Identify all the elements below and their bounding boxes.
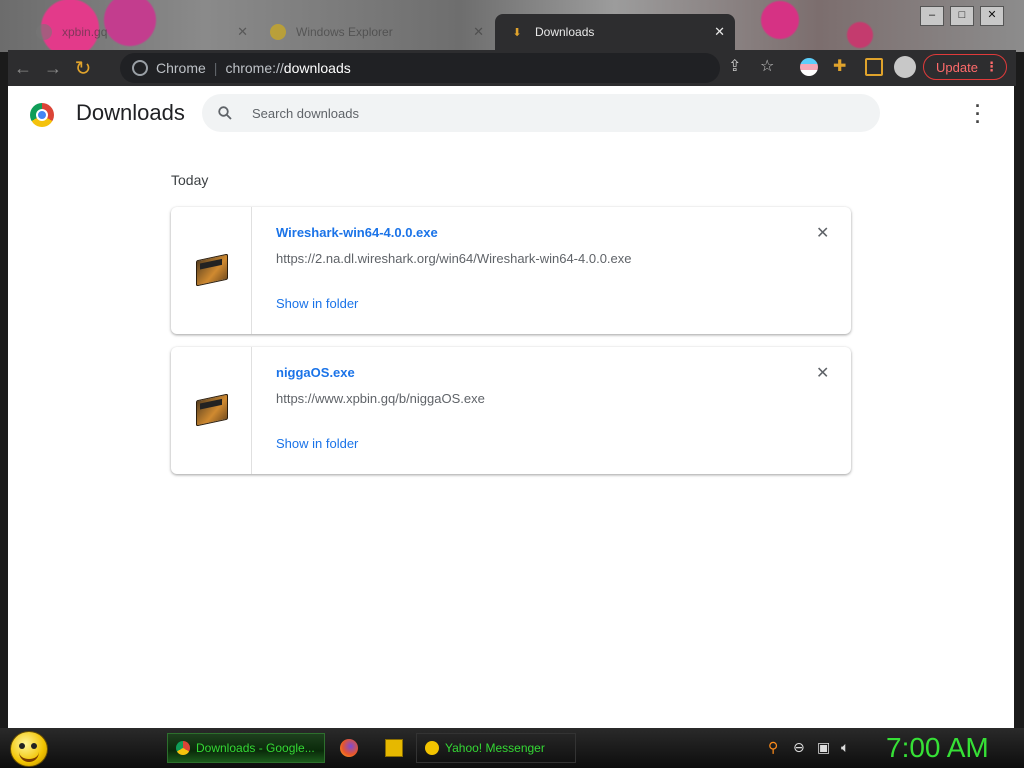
extension-flag-icon[interactable] [800,58,818,76]
more-options-icon[interactable]: · · · [970,97,986,131]
download-icon: ⬇ [512,26,522,39]
download-item: Wireshark-win64-4.0.0.exe https://2.na.d… [171,207,851,334]
show-in-folder-link[interactable]: Show in folder [276,296,358,311]
tab-downloads[interactable]: ⬇ Downloads ✕ [495,14,735,50]
tab-windows-explorer[interactable]: Windows Explorer ✕ [262,14,494,50]
close-tab-icon[interactable]: ✕ [237,24,248,40]
chrome-icon [176,741,190,755]
file-name-link[interactable]: niggaOS.exe [276,365,355,380]
reload-icon[interactable]: ↻ [68,56,98,81]
side-panel-icon[interactable] [865,58,883,76]
taskbar-item-chrome[interactable]: Downloads - Google... [167,733,325,763]
address-bar[interactable]: Chrome | chrome://downloads [120,53,720,83]
share-icon[interactable]: ⇪ [728,56,741,76]
globe-icon [36,24,52,40]
start-button-smiley-icon[interactable] [10,731,48,767]
search-icon [218,106,232,120]
taskbar: Downloads - Google... Yahoo! Messenger ⚲… [0,728,1024,768]
url-text: chrome://downloads [225,60,351,76]
puzzle-icon[interactable]: ✚ [833,56,846,76]
smiley-icon [425,741,439,755]
exe-file-icon [196,253,228,287]
file-name-link[interactable]: Wireshark-win64-4.0.0.exe [276,225,438,240]
volume-icon[interactable]: 🔈︎ [841,739,849,756]
update-label: Update [936,59,978,75]
window-controls: – □ ✕ [914,6,1004,26]
status-tray-icon[interactable]: ⊖ [793,739,805,756]
menu-dots-icon[interactable]: ⋮ [985,59,998,75]
forward-icon[interactable]: → [38,58,68,79]
show-in-folder-link[interactable]: Show in folder [276,436,358,451]
back-icon[interactable]: ← [8,58,38,79]
search-input[interactable] [250,104,854,122]
minimize-icon[interactable]: – [920,6,944,26]
close-tab-icon[interactable]: ✕ [714,24,725,40]
file-url-link[interactable]: https://www.xpbin.gq/b/niggaOS.exe [276,391,485,406]
window-titlebar: xpbin.gq ✕ Windows Explorer ✕ ⬇ Download… [0,0,1024,52]
file-icon-column [171,347,252,474]
search-box[interactable] [202,94,880,132]
file-url-link[interactable]: https://2.na.dl.wireshark.org/win64/Wire… [276,251,632,266]
separator: | [213,60,218,76]
tab-label: Downloads [535,25,595,39]
network-icon[interactable]: ▣ [817,739,830,756]
profile-avatar-icon[interactable] [894,56,916,78]
folder-icon[interactable] [385,739,403,757]
tab-xpbin[interactable]: xpbin.gq ✕ [28,14,258,50]
tab-label: Windows Explorer [296,25,393,39]
close-tab-icon[interactable]: ✕ [473,24,484,40]
task-label: Yahoo! Messenger [445,741,545,755]
maximize-icon[interactable]: □ [950,6,974,26]
taskbar-clock[interactable]: 7:00 AM [886,732,989,764]
remove-icon[interactable]: ✕ [816,223,829,243]
firefox-icon[interactable] [340,739,358,757]
browser-toolbar: ← → ↻ Chrome | chrome://downloads ⇪ ☆ ✚ … [8,50,1016,86]
tab-label: xpbin.gq [62,25,108,39]
page-title: Downloads [76,100,185,125]
file-icon-column [171,207,252,334]
taskbar-item-yahoo-messenger[interactable]: Yahoo! Messenger [416,733,576,763]
site-name: Chrome [156,60,206,76]
chrome-logo-icon [30,103,54,127]
downloads-page: Downloads ··· Today Wireshark-win64-4.0.… [8,86,1014,728]
update-button[interactable]: Update ⋮ [923,54,1007,80]
remove-icon[interactable]: ✕ [816,363,829,383]
chrome-site-icon [132,60,148,76]
task-label: Downloads - Google... [196,741,315,755]
close-icon[interactable]: ✕ [980,6,1004,26]
star-icon[interactable]: ☆ [760,56,774,76]
download-item: niggaOS.exe https://www.xpbin.gq/b/nigga… [171,347,851,474]
exe-file-icon [196,393,228,427]
search-tray-icon[interactable]: ⚲ [768,739,778,756]
date-header: Today [171,172,209,188]
smiley-icon [270,24,286,40]
